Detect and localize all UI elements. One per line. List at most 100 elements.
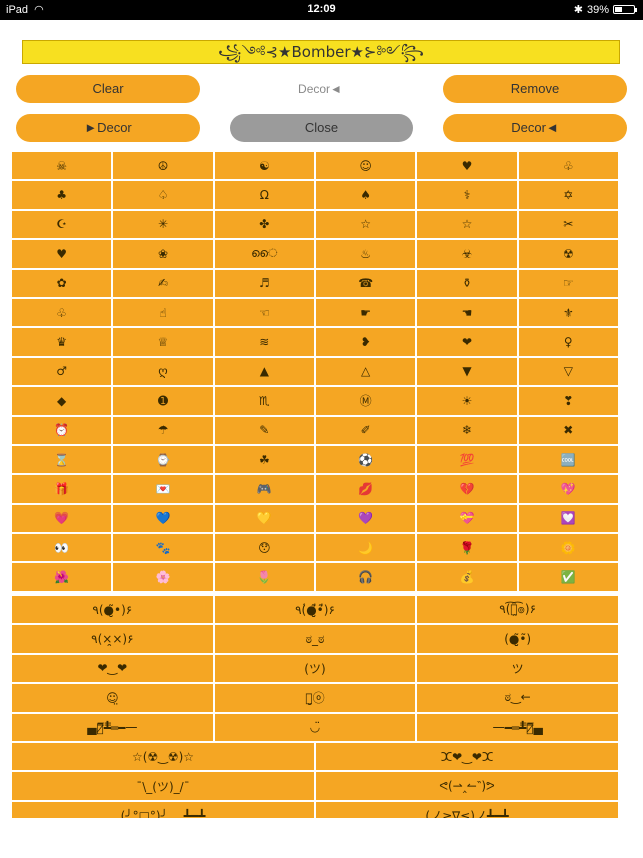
symbol-key[interactable]: ☆ [417, 210, 517, 239]
emoticon-key[interactable]: ▄︻̷̿┻̿═━一 [12, 713, 213, 741]
title-bar[interactable]: ꧁༺⊰★Bomber★⊱༻꧂ [22, 40, 620, 64]
symbol-key[interactable]: ☚ [417, 298, 517, 327]
symbol-key[interactable]: ♣ [12, 181, 112, 209]
symbol-key[interactable]: ☪ [12, 210, 112, 239]
decor-left-button[interactable]: ►Decor [16, 114, 200, 142]
symbol-key[interactable]: ✖ [518, 416, 618, 444]
symbol-key[interactable]: 👀 [12, 534, 112, 562]
symbol-key[interactable]: Ⓜ [316, 387, 416, 415]
emoticon-key[interactable]: ಠ‿← [417, 684, 618, 712]
symbol-key[interactable]: ♂ [12, 357, 112, 386]
symbol-key[interactable]: ♧ [12, 298, 112, 327]
symbol-key[interactable]: ♨ [316, 240, 416, 268]
symbol-key[interactable]: ღ [113, 357, 213, 386]
symbol-key[interactable]: 😯 [214, 534, 314, 562]
symbol-key[interactable]: ♥ [12, 240, 112, 268]
symbol-key[interactable]: 💝 [417, 504, 517, 533]
symbol-key[interactable]: ✂ [518, 210, 618, 239]
symbol-key[interactable]: 🌺 [12, 563, 112, 591]
symbol-key[interactable]: ❥ [316, 328, 416, 356]
symbol-key[interactable]: ♠ [316, 181, 416, 209]
close-button[interactable]: Close [230, 114, 413, 142]
emoticon-key[interactable]: ❤‿❤ [12, 654, 213, 683]
symbol-key[interactable]: ❤ [417, 328, 517, 356]
symbol-key[interactable]: 💙 [113, 504, 213, 533]
symbol-key[interactable]: 💋 [316, 475, 416, 503]
symbol-key[interactable]: ⚱ [417, 269, 517, 297]
symbol-key[interactable]: ▼ [417, 357, 517, 386]
symbol-key[interactable]: 💗 [12, 504, 112, 533]
symbol-key[interactable]: 🐾 [113, 534, 213, 562]
symbol-key[interactable]: 🌼 [518, 534, 618, 562]
symbol-key[interactable]: 🆒 [518, 445, 618, 474]
symbol-key[interactable]: 💌 [113, 475, 213, 503]
symbol-key[interactable]: ✿ [12, 269, 112, 297]
symbol-key[interactable]: 🌸 [113, 563, 213, 591]
emoticon-key[interactable]: ٩(̾●̮̮̃̾•̃̾)۶ [214, 596, 416, 624]
symbol-key[interactable]: 💖 [518, 475, 618, 503]
symbol-key[interactable]: 🌙 [316, 534, 416, 562]
symbol-key[interactable]: ✤ [214, 210, 314, 239]
emoticon-key[interactable]: ☆(☢‿☢)☆ [12, 743, 314, 771]
emoticon-key[interactable]: 一━═┻̿︻̷̿▄ [417, 713, 618, 741]
symbol-key[interactable]: ≋ [214, 328, 314, 356]
symbol-key[interactable]: 🌷 [214, 563, 314, 591]
symbol-key[interactable]: ☀ [417, 387, 517, 415]
symbol-key[interactable]: ⚜ [518, 298, 618, 327]
symbol-key[interactable]: ❀ [113, 240, 213, 268]
symbol-key[interactable]: ♛ [12, 328, 112, 356]
symbol-key[interactable]: ☘ [214, 445, 314, 474]
symbol-key[interactable]: ✳ [113, 210, 213, 239]
emoticon-key[interactable]: ⓞ̤̮ⓞ [214, 684, 416, 712]
symbol-key[interactable]: 🎧 [316, 563, 416, 591]
symbol-key[interactable]: ☝ [113, 298, 213, 327]
symbol-key[interactable]: ☎ [316, 269, 416, 297]
symbol-key[interactable]: Ω [214, 181, 314, 209]
symbol-key[interactable]: ❄ [417, 416, 517, 444]
symbol-key[interactable]: ☺ [316, 152, 416, 180]
remove-button[interactable]: Remove [443, 75, 627, 103]
symbol-key[interactable]: ✐ [316, 416, 416, 444]
symbol-key[interactable]: 🎁 [12, 475, 112, 503]
emoticon-key[interactable]: ☺̤ [12, 684, 213, 712]
symbol-key[interactable]: ◆ [12, 387, 112, 415]
symbol-key[interactable]: ☢ [518, 240, 618, 268]
symbol-key[interactable]: ☛ [316, 298, 416, 327]
symbol-key[interactable]: ⌛ [12, 445, 112, 474]
emoticon-key[interactable]: ツ [417, 654, 618, 683]
symbol-key[interactable]: ⚕ [417, 181, 517, 209]
symbol-key[interactable]: ✡ [518, 181, 618, 209]
symbol-key[interactable]: ☞ [518, 269, 618, 297]
symbol-key[interactable]: ♧ [518, 152, 618, 180]
symbol-key[interactable]: ☯ [214, 152, 314, 180]
symbol-key[interactable]: 💰 [417, 563, 517, 591]
emoticon-key[interactable]: ◡̈ [214, 713, 416, 741]
symbol-key[interactable]: 💔 [417, 475, 517, 503]
symbol-key[interactable]: 💯 [417, 445, 517, 474]
symbol-key[interactable]: ➊ [113, 387, 213, 415]
emoticon-key[interactable]: ٩(●̮̃•)۶ [12, 596, 213, 624]
symbol-key[interactable]: ♏ [214, 387, 314, 415]
decor-right-button[interactable]: Decor◄ [443, 114, 627, 142]
symbol-key[interactable]: ☣ [417, 240, 517, 268]
symbol-key[interactable]: ❣ [518, 387, 618, 415]
symbol-key[interactable]: 💜 [316, 504, 416, 533]
emoticon-key[interactable]: (ツ) [214, 654, 416, 683]
symbol-key[interactable]: ൈ [214, 240, 314, 268]
symbol-key[interactable]: ☮ [113, 152, 213, 180]
clear-button[interactable]: Clear [16, 75, 200, 103]
symbol-key[interactable]: 🎮 [214, 475, 314, 503]
symbol-key[interactable]: 💟 [518, 504, 618, 533]
symbol-key[interactable]: ♕ [113, 328, 213, 356]
symbol-key[interactable]: △ [316, 357, 416, 386]
symbol-key[interactable]: ♤ [113, 181, 213, 209]
symbol-key[interactable]: ▽ [518, 357, 618, 386]
emoticon-key[interactable]: ٩(͡๏̯͡๏)۶ [417, 596, 618, 624]
emoticon-key[interactable]: ಠ_ಠ [214, 625, 416, 653]
symbol-key[interactable]: ⌚ [113, 445, 213, 474]
symbol-key[interactable]: 💛 [214, 504, 314, 533]
symbol-key[interactable]: ⏰ [12, 416, 112, 444]
emoticon-key[interactable]: ¯\_(ツ)_/¯ [12, 772, 314, 800]
symbol-key[interactable]: ☠ [12, 152, 112, 180]
emoticon-key[interactable]: ٩(×̯×)۶ [12, 625, 213, 653]
